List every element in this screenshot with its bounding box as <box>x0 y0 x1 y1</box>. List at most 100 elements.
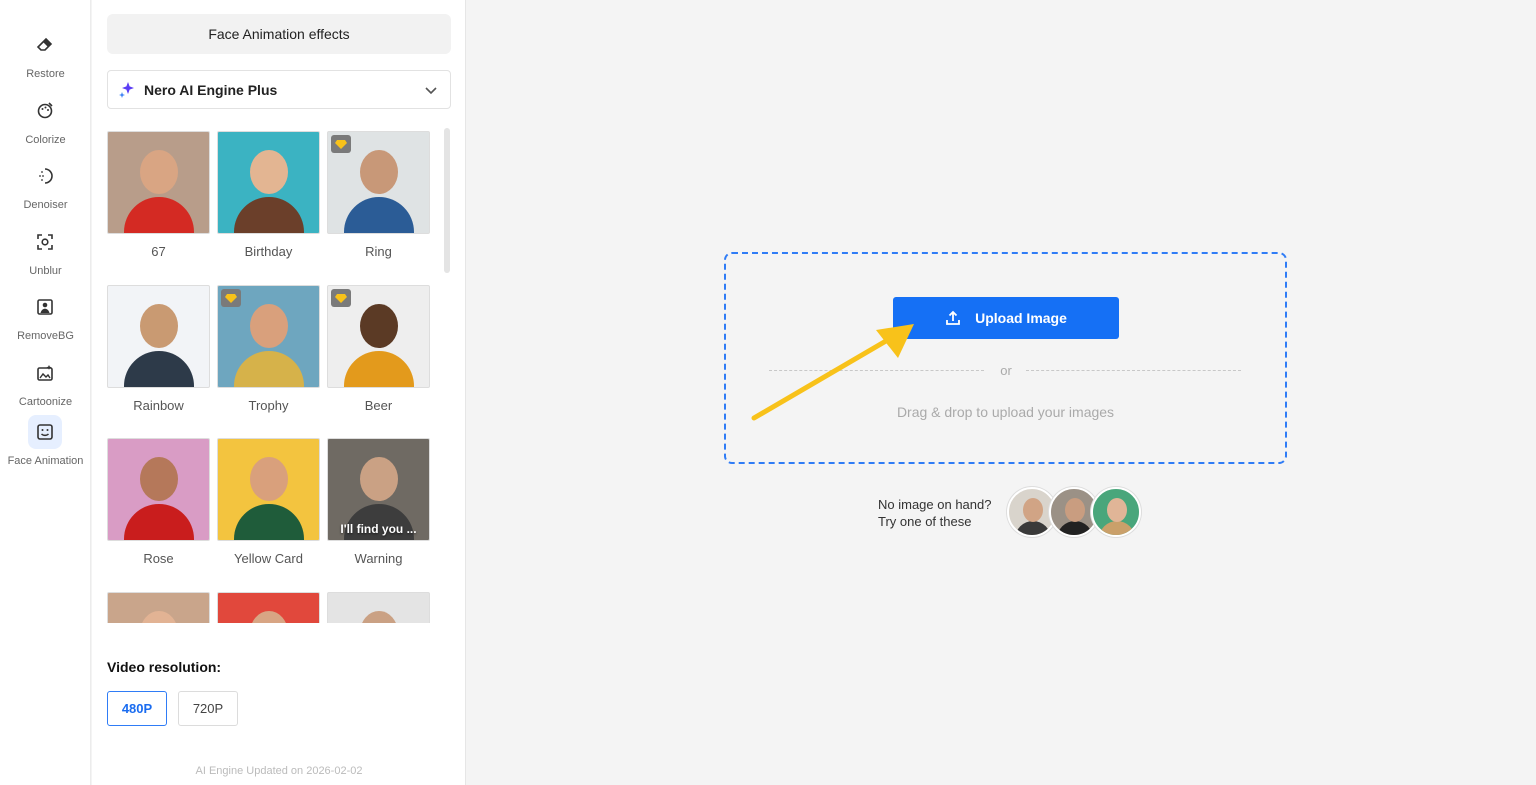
resolution-720p-button[interactable]: 720P <box>178 691 238 726</box>
panel-title: Face Animation effects <box>107 14 451 54</box>
portrait-icon <box>28 290 62 324</box>
effect-label: Birthday <box>244 244 293 259</box>
rail-item-unblur[interactable]: Unblur <box>0 225 91 285</box>
effect-label: Rainbow <box>133 397 184 413</box>
person-face <box>139 610 178 623</box>
rail-label: Cartoonize <box>18 396 73 408</box>
premium-diamond-icon <box>221 288 241 307</box>
effect-card[interactable] <box>327 591 430 623</box>
rail-label: Denoiser <box>23 199 68 211</box>
effect-label: 67 <box>151 244 166 259</box>
engine-updated-text: AI Engine Updated on 2026-02-02 <box>195 765 363 777</box>
effect-thumbnail <box>217 131 320 234</box>
rail-item-face-animation[interactable]: Face Animation <box>0 415 91 475</box>
person-face <box>249 150 288 194</box>
effect-thumbnail: I'll find you ... <box>327 438 430 541</box>
rail-item-removebg[interactable]: RemoveBG <box>0 290 91 350</box>
samples-line-1: No image on hand? <box>878 497 992 512</box>
effect-label: Rose <box>143 551 174 566</box>
eraser-icon <box>28 28 62 62</box>
person-figure <box>343 350 414 387</box>
engine-label: Nero AI Engine Plus <box>144 81 278 98</box>
resolution-480p-button[interactable]: 480P <box>107 691 167 726</box>
person-face <box>1065 498 1085 522</box>
person-face <box>359 303 398 348</box>
effect-label: Beer <box>364 397 393 413</box>
person-figure <box>1099 521 1135 535</box>
upload-icon <box>946 310 960 325</box>
rail-item-colorize[interactable]: Colorize <box>0 94 91 154</box>
rail-item-cartoonize[interactable]: Cartoonize <box>0 356 91 416</box>
effect-card[interactable]: Beer <box>327 284 430 439</box>
effect-label: Warning <box>354 551 403 566</box>
premium-diamond-icon <box>331 288 351 307</box>
effect-thumbnail <box>217 591 320 623</box>
person-figure <box>233 197 304 233</box>
person-figure <box>123 350 194 387</box>
person-face <box>1023 498 1043 522</box>
effect-thumbnail <box>107 284 210 388</box>
effect-thumbnail <box>107 438 210 541</box>
effect-card[interactable]: Birthday <box>217 131 320 285</box>
effect-card[interactable] <box>107 591 210 623</box>
sparkle-image-icon <box>28 356 62 390</box>
effect-thumbnail <box>327 131 430 234</box>
effect-label: Ring <box>365 244 392 259</box>
person-figure <box>123 197 194 233</box>
focus-icon <box>28 225 62 259</box>
sample-image[interactable] <box>1091 487 1141 537</box>
effect-thumbnail <box>327 591 430 623</box>
upload-image-button[interactable]: Upload Image <box>893 297 1119 339</box>
person-face <box>249 303 288 348</box>
samples-line-2: Try one of these <box>878 514 972 529</box>
person-face <box>139 303 178 348</box>
divider-line <box>1026 370 1241 371</box>
person-figure <box>233 504 304 540</box>
person-face <box>359 150 398 194</box>
effect-card[interactable]: 67 <box>107 131 210 285</box>
person-figure <box>233 350 304 387</box>
person-face <box>249 610 288 623</box>
rail-label: Colorize <box>25 134 66 146</box>
effect-card[interactable]: Yellow Card <box>217 438 320 592</box>
effect-card[interactable]: Rose <box>107 438 210 592</box>
palette-icon <box>28 94 62 128</box>
rail-item-denoiser[interactable]: Denoiser <box>0 159 91 219</box>
effect-card[interactable] <box>217 591 320 623</box>
effect-thumbnail <box>107 131 210 234</box>
person-figure <box>343 197 414 233</box>
person-face <box>139 150 178 194</box>
person-face <box>1107 498 1127 522</box>
effects-grid-viewport: 67 Birthday Ring Rainbow Trophy Beer Rose Yello… <box>107 131 437 623</box>
person-face <box>139 457 178 501</box>
rail-label: Restore <box>26 68 65 80</box>
upload-button-label: Upload Image <box>975 310 1067 326</box>
chevron-down-icon <box>425 87 437 95</box>
effect-card[interactable]: I'll find you ... Warning <box>327 438 430 592</box>
pointer-arrow-icon <box>751 324 914 421</box>
thumbnail-caption: I'll find you ... <box>340 522 417 536</box>
person-figure <box>1057 521 1093 535</box>
tool-rail: Restore Colorize Denoiser Unblur RemoveB… <box>0 0 91 785</box>
rail-label: RemoveBG <box>17 330 74 342</box>
person-figure <box>1015 521 1051 535</box>
rail-item-restore[interactable]: Restore <box>0 28 91 88</box>
person-figure <box>123 504 194 540</box>
denoise-icon <box>28 159 62 193</box>
engine-dropdown[interactable]: Nero AI Engine Plus <box>107 70 451 109</box>
effect-card[interactable]: Ring <box>327 131 430 285</box>
premium-diamond-icon <box>331 135 351 153</box>
smile-face-icon <box>28 415 62 449</box>
person-face <box>359 457 398 501</box>
effect-card[interactable]: Trophy <box>217 284 320 439</box>
sparkle-icon <box>119 81 134 98</box>
effect-thumbnail <box>327 284 430 388</box>
effect-thumbnail <box>217 438 320 541</box>
person-face <box>359 610 398 623</box>
effect-thumbnail <box>217 284 320 388</box>
effects-grid: 67 Birthday Ring Rainbow Trophy Beer Rose Yello… <box>107 131 437 623</box>
resolution-title: Video resolution: <box>107 659 222 675</box>
samples-prompt: No image on hand? Try one of these <box>878 496 991 530</box>
effects-scrollbar[interactable] <box>444 128 450 273</box>
effect-card[interactable]: Rainbow <box>107 284 210 439</box>
